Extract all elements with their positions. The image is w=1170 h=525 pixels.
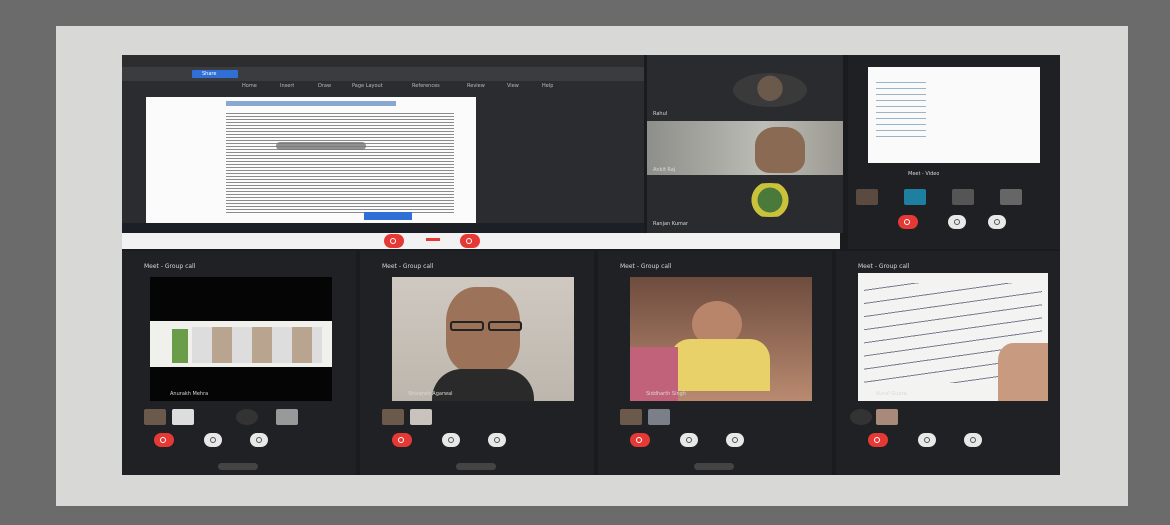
side-phone-label: Meet - Video xyxy=(908,171,940,177)
desktop-meeting-bar xyxy=(122,233,840,249)
text-selection xyxy=(276,142,366,150)
ribbon-tab-draw[interactable]: Draw xyxy=(318,83,331,89)
phone-4-participant: Kunal Gupta xyxy=(876,391,907,397)
doc-heading xyxy=(226,101,396,106)
side-end-call-button[interactable] xyxy=(898,215,918,229)
doc-side-gap xyxy=(476,97,644,223)
phone-2-video xyxy=(392,277,574,401)
camera-icon xyxy=(954,219,960,225)
page-indicator xyxy=(364,212,412,220)
phone-1-video xyxy=(150,277,332,401)
phone-1-thumbs xyxy=(144,409,334,427)
camera-off-button[interactable] xyxy=(460,234,480,248)
participant-video-2 xyxy=(647,121,843,175)
phone-2-end-call[interactable] xyxy=(392,433,412,447)
phone-icon xyxy=(636,437,642,443)
participants-column: Rahul Ankit Raj Ranjan Kumar xyxy=(647,55,843,233)
phone-3-participant: Siddharth Singh xyxy=(646,391,686,397)
camera-icon xyxy=(924,437,930,443)
side-phone: Meet - Video xyxy=(848,55,1060,249)
phone-1-end-call[interactable] xyxy=(154,433,174,447)
screenshot-collage: Share Home Insert Draw Page Layout Refer… xyxy=(122,55,1060,475)
phone-4-thumbs xyxy=(850,409,1040,427)
participant-avatar-3 xyxy=(733,183,807,217)
mic-icon xyxy=(494,437,500,443)
participant-avatar-1 xyxy=(733,73,807,107)
phone-1-title: Meet - Group call xyxy=(144,263,196,270)
window-titlebar xyxy=(122,55,644,67)
phone-icon xyxy=(874,437,880,443)
camera-icon xyxy=(448,437,454,443)
ribbon-tab-layout[interactable]: Page Layout xyxy=(352,83,383,89)
participant-label-3: Ranjan Kumar xyxy=(653,221,688,227)
phone-3-camera[interactable] xyxy=(680,433,698,447)
phone-2-title: Meet - Group call xyxy=(382,263,434,270)
phone-3-video xyxy=(630,277,812,401)
phone-1-camera[interactable] xyxy=(204,433,222,447)
phone-3: Meet - Group call Siddharth Singh xyxy=(598,251,832,475)
phone-4-mic[interactable] xyxy=(964,433,982,447)
participant-label-2: Ankit Raj xyxy=(653,167,676,173)
ribbon-tab-insert[interactable]: Insert xyxy=(280,83,294,89)
desktop-window: Share Home Insert Draw Page Layout Refer… xyxy=(122,55,644,235)
ribbon-tab-help[interactable]: Help xyxy=(542,83,553,89)
phone-2-mic[interactable] xyxy=(488,433,506,447)
phone-3-title: Meet - Group call xyxy=(620,263,672,270)
ribbon-tab-home[interactable]: Home xyxy=(242,83,257,89)
phone-icon xyxy=(904,219,910,225)
mic-icon xyxy=(994,219,1000,225)
doc-body-text xyxy=(226,111,454,215)
side-phone-thumbs xyxy=(856,189,1052,207)
phone-3-mic[interactable] xyxy=(726,433,744,447)
phone-4: Meet - Group call Kunal Gupta xyxy=(836,251,1060,475)
phone-2: Meet - Group call Shivansh Agarwal xyxy=(360,251,594,475)
phone-icon xyxy=(390,238,396,244)
phone-1-participant: Anurakh Mehra xyxy=(170,391,209,397)
camera-icon xyxy=(210,437,216,443)
mic-icon xyxy=(732,437,738,443)
phone-icon xyxy=(160,437,166,443)
camera-icon xyxy=(466,238,472,244)
share-button[interactable]: Share xyxy=(192,70,238,78)
ribbon-tab-references[interactable]: References xyxy=(412,83,440,89)
phone-3-home-pill[interactable] xyxy=(694,463,734,470)
phone-4-camera[interactable] xyxy=(918,433,936,447)
phone-1: Meet - Group call Anurakh Mehra xyxy=(122,251,356,475)
phone-4-video xyxy=(858,273,1048,401)
ribbon-tab-review[interactable]: Review xyxy=(467,83,485,89)
phone-3-end-call[interactable] xyxy=(630,433,650,447)
phone-2-thumbs xyxy=(382,409,572,427)
phone-3-thumbs xyxy=(620,409,810,427)
phone-2-home-pill[interactable] xyxy=(456,463,496,470)
side-phone-screen xyxy=(868,67,1040,163)
side-mic-button[interactable] xyxy=(988,215,1006,229)
end-call-button[interactable] xyxy=(384,234,404,248)
phone-1-home-pill[interactable] xyxy=(218,463,258,470)
ribbon-tab-view[interactable]: View xyxy=(507,83,519,89)
participant-label-1: Rahul xyxy=(653,111,668,117)
ribbon-chips: Home Insert Draw Page Layout References … xyxy=(242,81,642,93)
phone-4-end-call[interactable] xyxy=(868,433,888,447)
ribbon-bar: Share xyxy=(122,67,644,81)
camera-icon xyxy=(686,437,692,443)
mic-icon xyxy=(256,437,262,443)
phone-2-participant: Shivansh Agarwal xyxy=(408,391,453,397)
document-page[interactable] xyxy=(146,97,476,223)
phone-icon xyxy=(398,437,404,443)
phone-1-mic[interactable] xyxy=(250,433,268,447)
phone-2-camera[interactable] xyxy=(442,433,460,447)
mic-icon xyxy=(970,437,976,443)
mic-toggle[interactable] xyxy=(426,238,440,241)
side-camera-button[interactable] xyxy=(948,215,966,229)
phone-4-title: Meet - Group call xyxy=(858,263,910,270)
